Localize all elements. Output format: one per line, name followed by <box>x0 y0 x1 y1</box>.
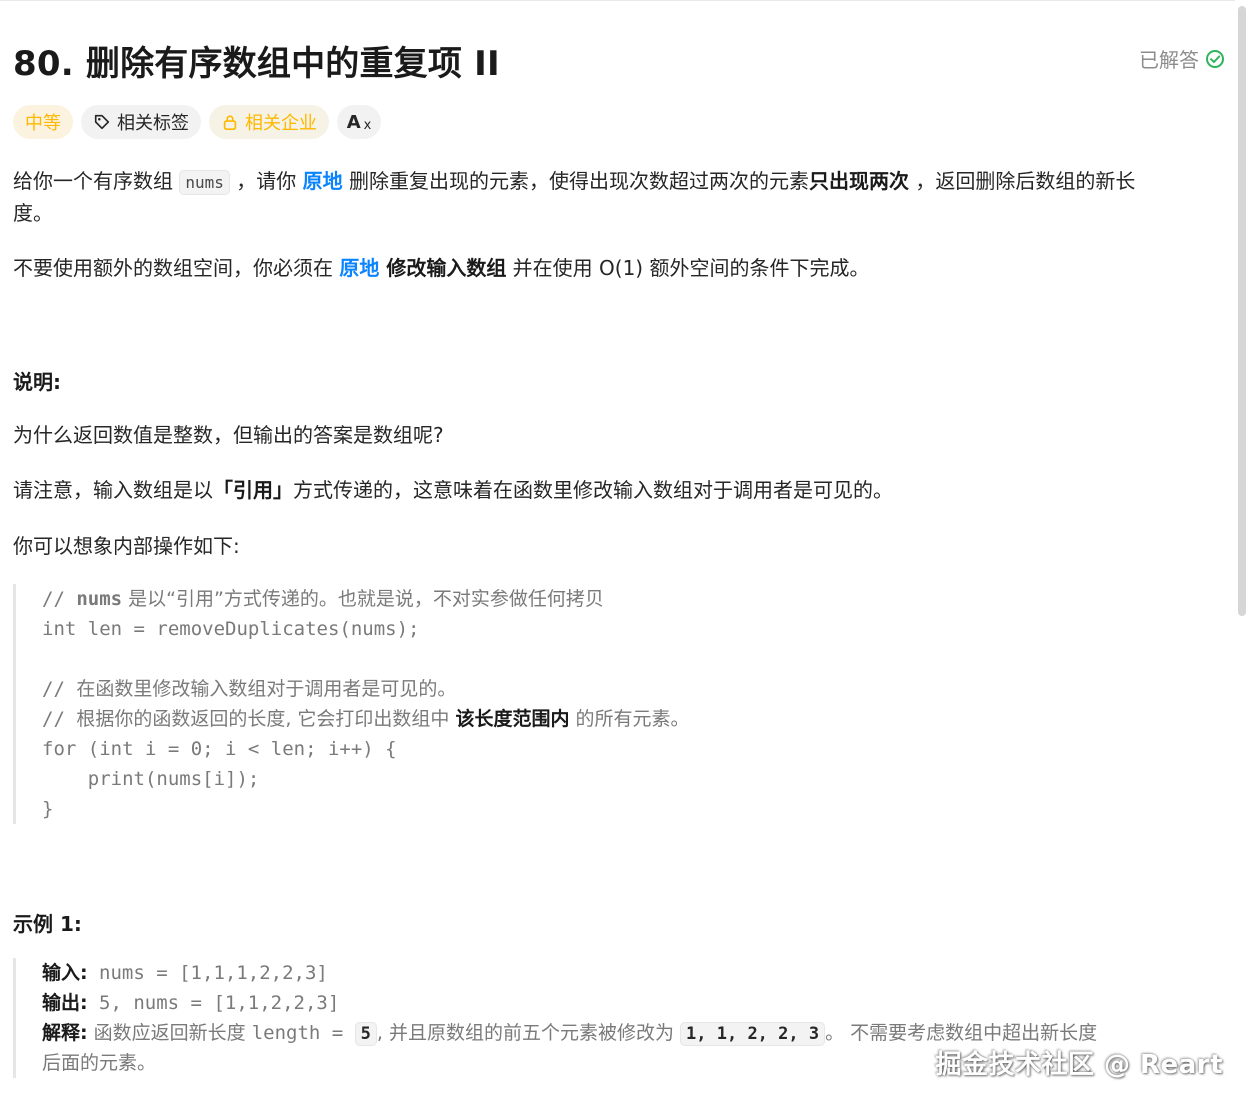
difficulty-label: 中等 <box>25 113 61 134</box>
example-output-line: 输出: 5, nums = [1,1,2,2,3] <box>42 992 340 1014</box>
solved-label: 已解答 <box>1139 48 1199 72</box>
lock-icon <box>223 115 237 131</box>
inline-code-nums: nums <box>179 170 230 195</box>
code-line-2: int len = removeDuplicates(nums); <box>42 618 420 640</box>
explanation-question: 为什么返回数值是整数，但输出的答案是数组呢? <box>13 423 444 447</box>
description-paragraph-2: 不要使用额外的数组空间，你必须在 原地 修改输入数组 并在使用 O(1) 额外空… <box>13 256 870 280</box>
example-input-line: 输入: nums = [1,1,1,2,2,3] <box>42 962 328 984</box>
scrollbar-thumb[interactable] <box>1238 6 1246 616</box>
inline-code-array: 1, 1, 2, 2, 3 <box>680 1022 826 1046</box>
code-line-7: print(nums[i]); <box>42 768 260 790</box>
explanation-reference: 请注意，输入数组是以「引用」方式传递的，这意味着在函数里修改输入数组对于调用者是… <box>13 478 893 502</box>
problem-page: 80. 删除有序数组中的重复项 II 已解答 中等 相关标签 相关企业 Ax 给… <box>0 0 1249 1103</box>
translate-icon: A <box>346 111 361 133</box>
explanation-imagine: 你可以想象内部操作如下: <box>13 534 240 558</box>
emphasis-reference: 「引用」 <box>213 478 293 502</box>
code-line-6: for (int i = 0; i < len; i++) { <box>42 738 397 760</box>
check-circle-icon <box>1206 49 1224 68</box>
description-paragraph-1-cont: 度。 <box>13 201 53 225</box>
code-line-8: } <box>42 798 54 820</box>
related-tags-button[interactable]: 相关标签 <box>81 105 201 139</box>
solved-status[interactable]: 已解答 <box>1139 44 1225 73</box>
top-divider <box>0 0 1249 1</box>
example-1-heading: 示例 1: <box>13 912 82 936</box>
description-paragraph-1: 给你一个有序数组 nums ，请你 原地 删除重复出现的元素，使得出现次数超过两… <box>13 169 1136 195</box>
problem-title: 80. 删除有序数组中的重复项 II <box>13 44 500 84</box>
inline-code-5: 5 <box>354 1022 377 1046</box>
related-companies-button[interactable]: 相关企业 <box>209 105 329 139</box>
related-tags-label: 相关标签 <box>117 113 189 134</box>
emphasis-modify-input: 修改输入数组 <box>379 256 507 280</box>
example-explain-line-cont: 后面的元素。 <box>42 1052 157 1074</box>
code-block: // nums 是以“引用”方式传递的。也就是说，不对实参做任何拷贝 int l… <box>13 584 1226 824</box>
related-companies-label: 相关企业 <box>245 113 317 134</box>
emphasis-appear-twice: 只出现两次 <box>808 169 909 193</box>
code-line-1: // nums 是以“引用”方式传递的。也就是说，不对实参做任何拷贝 <box>42 588 604 610</box>
explanation-heading: 说明: <box>13 370 61 394</box>
tag-bar: 中等 相关标签 相关企业 Ax <box>13 105 381 139</box>
translate-button[interactable]: Ax <box>337 105 381 139</box>
scrollbar[interactable] <box>1235 0 1249 1103</box>
watermark: 掘金技术社区 @ Reart <box>935 1050 1223 1080</box>
code-line-5: // 根据你的函数返回的长度, 它会打印出数组中 该长度范围内 的所有元素。 <box>42 708 690 730</box>
emphasis-in-place: 原地 <box>302 169 343 193</box>
emphasis-in-place-2: 原地 <box>339 256 380 280</box>
difficulty-badge[interactable]: 中等 <box>13 105 73 139</box>
tag-icon <box>94 114 110 130</box>
translate-sub-icon: x <box>363 117 372 133</box>
code-line-4: // 在函数里修改输入数组对于调用者是可见的。 <box>42 678 457 700</box>
